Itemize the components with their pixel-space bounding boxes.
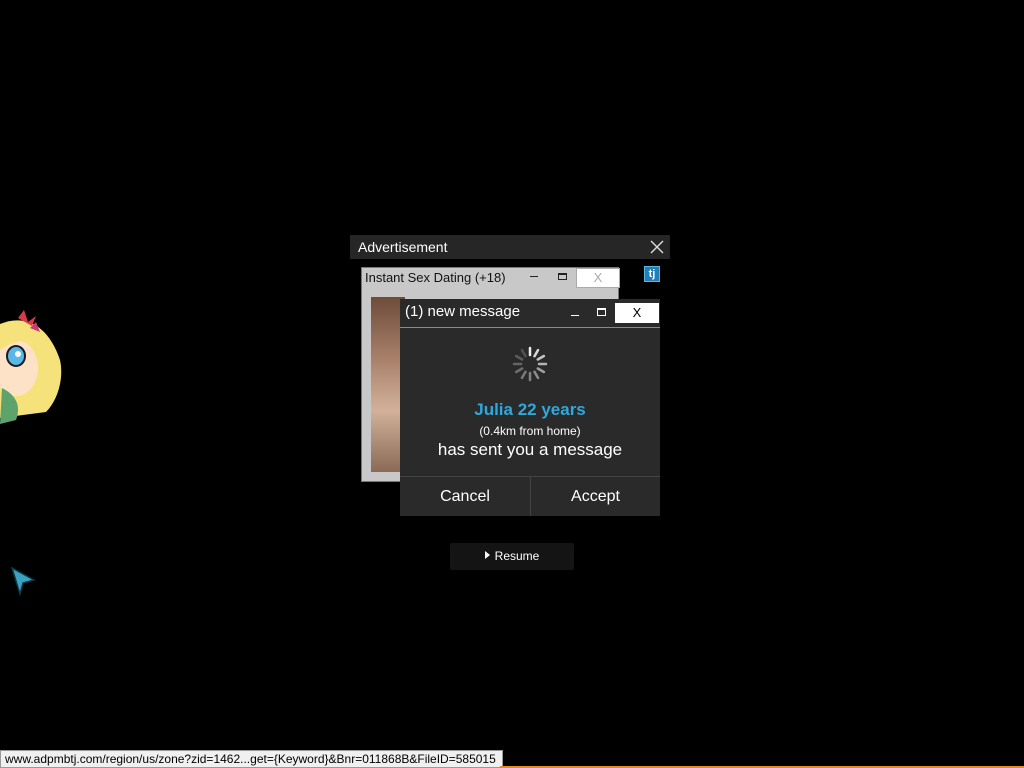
resume-label: Resume	[494, 549, 540, 563]
loading-spinner-icon	[512, 346, 548, 382]
dating-popup-close-button[interactable]: X	[576, 268, 620, 288]
resume-button[interactable]: Resume	[450, 543, 574, 570]
mascot-character	[0, 310, 62, 424]
message-notice: has sent you a message	[437, 440, 623, 459]
cancel-button[interactable]: Cancel	[400, 477, 530, 516]
maximize-icon[interactable]	[597, 308, 606, 316]
close-icon[interactable]	[648, 238, 666, 256]
sender-distance: (0.4km from home)	[479, 424, 581, 438]
advertisement-header: Advertisement	[350, 235, 670, 259]
new-message-title: (1) new message	[405, 303, 521, 320]
play-icon	[484, 551, 490, 559]
sender-name: Julia 22 years	[474, 400, 586, 419]
maximize-icon[interactable]	[558, 273, 567, 280]
new-message-titlebar: (1) new message X	[400, 299, 660, 328]
new-message-window: (1) new message X Julia 22 years (0.4km …	[400, 299, 660, 516]
advertisement-label: Advertisement	[358, 239, 448, 255]
new-message-close-button[interactable]: X	[615, 303, 659, 323]
mouse-cursor-icon	[10, 566, 36, 597]
minimize-icon[interactable]	[571, 315, 579, 316]
ad-network-badge-icon[interactable]: tj	[644, 266, 660, 282]
status-bar-url: www.adpmbtj.com/region/us/zone?zid=1462.…	[0, 750, 503, 768]
dating-popup-title: Instant Sex Dating (+18)	[365, 270, 506, 285]
minimize-icon[interactable]	[530, 276, 538, 277]
accept-button[interactable]: Accept	[530, 477, 660, 516]
